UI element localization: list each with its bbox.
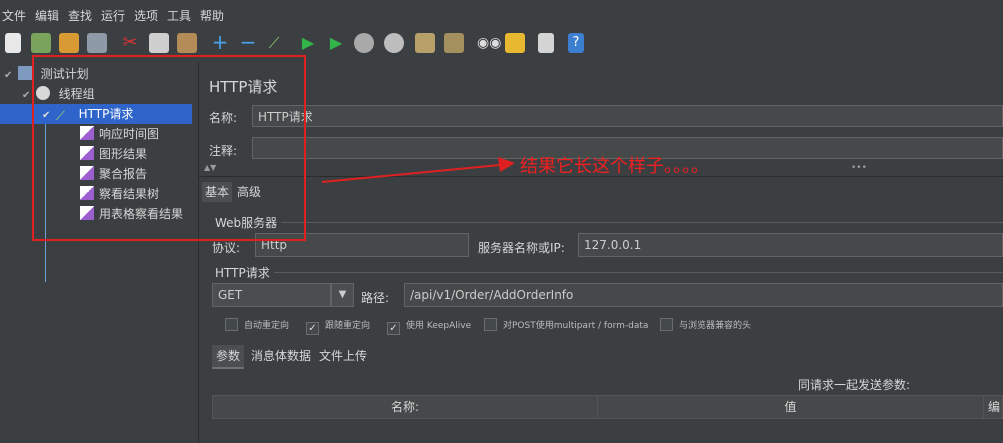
- server-label: 服务器名称或IP:: [478, 241, 565, 255]
- checkbox-box[interactable]: [484, 318, 497, 331]
- server-field[interactable]: 127.0.0.1: [578, 233, 1003, 257]
- chevron-down-icon[interactable]: ✔: [22, 86, 32, 106]
- path-field[interactable]: /api/v1/Order/AddOrderInfo: [404, 283, 1003, 307]
- menu-help[interactable]: 帮助: [200, 7, 224, 24]
- checkbox-label: 与浏览器兼容的头: [679, 321, 752, 331]
- checkbox-label: 使用 KeepAlive: [406, 321, 472, 331]
- clear-all-icon[interactable]: [444, 33, 464, 53]
- check-icon[interactable]: ✓: [306, 322, 319, 335]
- path-label: 路径:: [361, 291, 390, 305]
- http-request-panel: HTTP请求 名称: HTTP请求 注释: ▲▼ ••• 基本 高级 Web服务…: [199, 62, 1003, 443]
- annotation-highlight-box: [32, 55, 306, 241]
- cut-icon[interactable]: ✂: [120, 33, 140, 53]
- method-select[interactable]: GET: [212, 283, 331, 307]
- annotation-text: 结果它长这个样子。。。。: [520, 156, 709, 177]
- protocol-label: 协议:: [212, 241, 241, 255]
- checkbox-box[interactable]: [660, 318, 673, 331]
- paste-icon[interactable]: [177, 33, 197, 53]
- checkbox-keepalive[interactable]: ✓ 使用 KeepAlive: [387, 318, 471, 335]
- new-icon[interactable]: [5, 33, 21, 53]
- group-divider: [281, 222, 1003, 223]
- check-icon[interactable]: ✓: [387, 322, 400, 335]
- copy-icon[interactable]: [149, 33, 169, 53]
- start-icon[interactable]: ▶: [298, 33, 318, 53]
- test-plan-icon: [17, 66, 32, 80]
- chevron-down-icon[interactable]: ✔: [4, 66, 14, 86]
- name-field[interactable]: HTTP请求: [252, 105, 1003, 127]
- column-header-encode[interactable]: 编: [984, 396, 1003, 418]
- parameters-table-header: 名称: 值 编: [212, 395, 1003, 419]
- checkbox-box[interactable]: [225, 318, 238, 331]
- reset-search-icon[interactable]: [505, 33, 525, 53]
- open-icon[interactable]: [59, 33, 79, 53]
- menu-options[interactable]: 选项: [134, 7, 158, 24]
- tab-files-upload[interactable]: 文件上传: [319, 345, 367, 367]
- menu-edit[interactable]: 编辑: [35, 7, 59, 24]
- checkbox-label: 自动重定向: [244, 321, 290, 331]
- group-divider: [274, 272, 1003, 273]
- http-request-group-title: HTTP请求: [215, 266, 270, 280]
- checkbox-follow-redirects[interactable]: ✓ 跟随重定向: [306, 318, 370, 335]
- tab-parameters[interactable]: 参数: [212, 345, 245, 369]
- templates-icon[interactable]: [31, 33, 51, 53]
- menu-tools[interactable]: 工具: [167, 7, 191, 24]
- checkbox-browser-compatible[interactable]: 与浏览器兼容的头: [660, 318, 751, 331]
- menu-file[interactable]: 文件: [2, 7, 26, 24]
- send-params-label: 同请求一起发送参数:: [798, 378, 911, 392]
- tab-body-data[interactable]: 消息体数据: [251, 345, 311, 367]
- function-helper-icon[interactable]: [538, 33, 554, 53]
- column-header-value[interactable]: 值: [598, 396, 984, 418]
- shutdown-icon[interactable]: [384, 33, 404, 53]
- toggle-icon[interactable]: ⟋: [264, 33, 284, 53]
- chevron-down-icon[interactable]: ▼: [331, 283, 354, 307]
- expand-icon[interactable]: +: [210, 32, 230, 53]
- method-select-value: GET: [218, 288, 243, 302]
- splitter-handle-icon[interactable]: •••: [851, 163, 867, 173]
- help-icon[interactable]: ?: [568, 33, 584, 53]
- menu-run[interactable]: 运行: [101, 7, 125, 24]
- search-icon[interactable]: ◉◉: [477, 33, 501, 53]
- column-header-name[interactable]: 名称:: [213, 396, 598, 418]
- collapse-icon[interactable]: −: [238, 32, 258, 53]
- checkbox-multipart[interactable]: 对POST使用multipart / form-data: [484, 318, 648, 331]
- menu-bar: 文件 编辑 查找 运行 选项 工具 帮助: [0, 0, 1003, 26]
- start-no-pause-icon[interactable]: ▶: [326, 33, 346, 53]
- checkbox-label: 对POST使用multipart / form-data: [503, 321, 649, 331]
- checkbox-auto-redirect[interactable]: 自动重定向: [225, 318, 289, 331]
- clear-icon[interactable]: [415, 33, 435, 53]
- checkbox-label: 跟随重定向: [325, 321, 371, 331]
- stop-icon[interactable]: [354, 33, 374, 53]
- save-icon[interactable]: [87, 33, 107, 53]
- menu-search[interactable]: 查找: [68, 7, 92, 24]
